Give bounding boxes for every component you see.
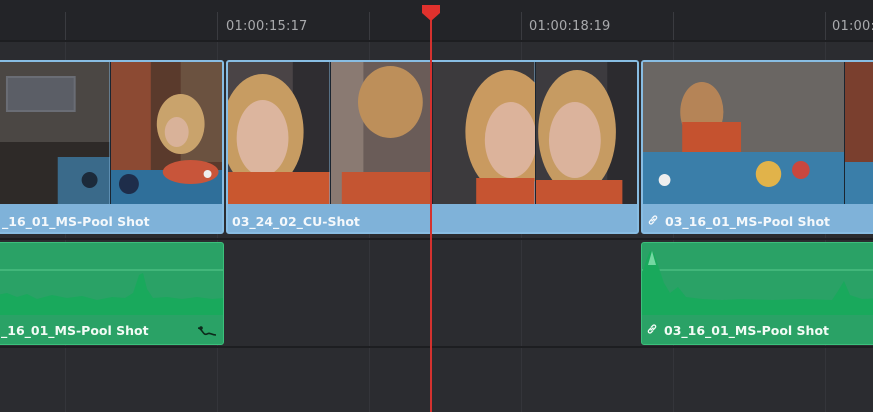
ruler-tick [521, 12, 522, 40]
ruler-tick [673, 12, 674, 40]
track-divider [0, 238, 873, 240]
track-divider [0, 346, 873, 348]
video-clip-cu-shot[interactable]: 03_24_02_CU-Shot [226, 60, 639, 234]
timecode-label: 01:00:15:17 [226, 19, 308, 34]
track-divider [0, 40, 873, 42]
thumbnail-pool-table-a [643, 62, 845, 204]
audio-fade-curve-icon[interactable] [197, 324, 217, 338]
clip-label: 03_16_01_MS-Pool Shot [647, 214, 830, 229]
thumbnail-pool-table-b [845, 62, 873, 204]
ruler-tick [65, 12, 66, 40]
clip-label: 03_16_01_MS-Pool Shot [646, 323, 829, 338]
thumbnail-closeup-c [433, 62, 536, 204]
clip-label: 03_24_02_CU-Shot [232, 214, 360, 229]
thumbnail-pool-wide-b [110, 62, 222, 204]
thumbnail-closeup-b [330, 62, 433, 204]
timeline-panel[interactable]: 01:00:15:17 01:00:18:19 01:00:2 [0, 0, 873, 412]
playhead-line[interactable] [430, 12, 432, 412]
clip-thumbnails [643, 62, 873, 204]
ruler-tick [825, 12, 826, 40]
audio-waveform [642, 251, 873, 315]
link-icon [647, 214, 659, 229]
timecode-label: 01:00:2 [832, 19, 873, 34]
clip-name: 03_16_01_MS-Pool Shot [665, 214, 831, 229]
video-clip-pool-shot-1[interactable]: _16_01_MS-Pool Shot [0, 60, 224, 234]
ruler-tick [369, 12, 370, 40]
clip-name: _16_01_MS-Pool Shot [1, 323, 149, 338]
clip-name: _16_01_MS-Pool Shot [2, 214, 150, 229]
clip-name: 03_16_01_MS-Pool Shot [664, 323, 830, 338]
audio-waveform [0, 269, 223, 315]
clip-label: _16_01_MS-Pool Shot [1, 323, 149, 338]
ruler-tick [217, 12, 218, 40]
thumbnail-closeup-d [535, 62, 637, 204]
audio-clip-pool-shot-1[interactable]: _16_01_MS-Pool Shot [0, 242, 224, 345]
timecode-label: 01:00:18:19 [529, 19, 611, 34]
video-clip-pool-shot-2[interactable]: 03_16_01_MS-Pool Shot [641, 60, 873, 234]
clip-thumbnails [0, 62, 222, 204]
clip-label: _16_01_MS-Pool Shot [2, 214, 150, 229]
clip-thumbnails [228, 62, 637, 204]
audio-clip-pool-shot-2[interactable]: 03_16_01_MS-Pool Shot [641, 242, 873, 345]
playhead-marker-icon[interactable] [421, 4, 441, 22]
thumbnail-pool-wide-a [0, 62, 111, 204]
thumbnail-closeup-a [228, 62, 331, 204]
link-icon [646, 323, 658, 338]
clip-name: 03_24_02_CU-Shot [232, 214, 360, 229]
